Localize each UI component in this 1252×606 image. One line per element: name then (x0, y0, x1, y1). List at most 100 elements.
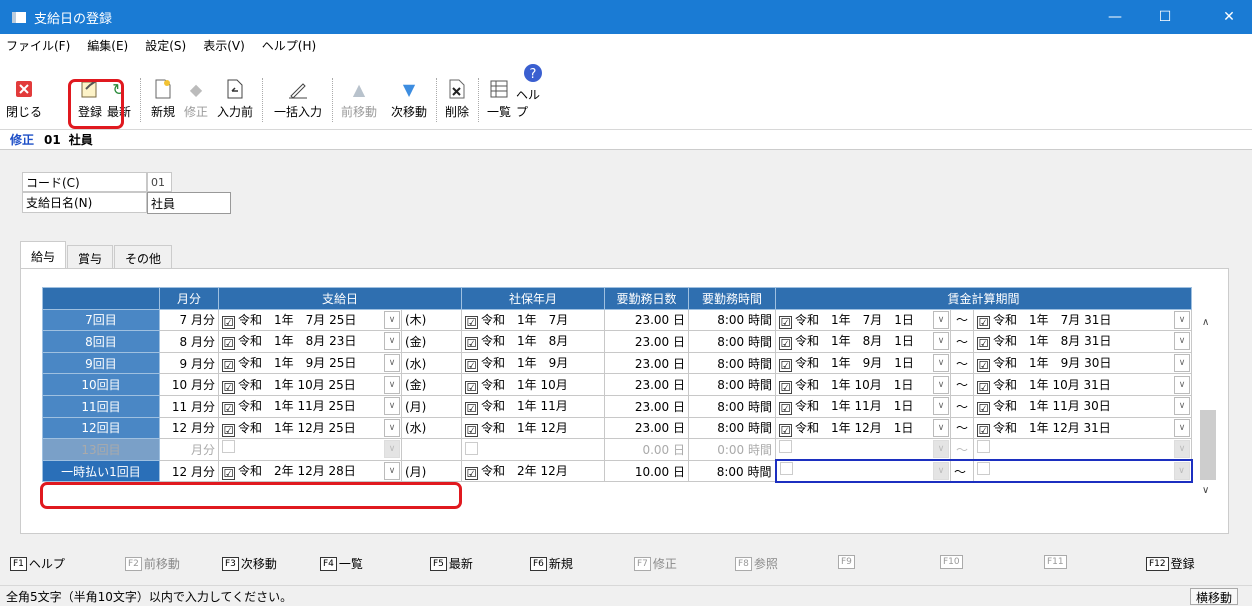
chevron-down-icon[interactable]: ∨ (933, 462, 949, 480)
menu-edit[interactable]: 編集(E) (87, 37, 128, 54)
fkey-f8[interactable]: F8 参照 (735, 555, 778, 572)
chevron-down-icon[interactable]: ∨ (933, 418, 949, 437)
checkbox[interactable]: ☑ (779, 337, 792, 351)
new-button[interactable]: 新規 (148, 76, 178, 126)
insurance-cell[interactable]: ☑ 令和 1年 12月 (461, 416, 605, 440)
table-row[interactable]: 9回目 9 月分 ☑ 令和 1年 9月 25日 ∨ (水) ☑ 令和 1年 9月 23.00 日… (42, 351, 1192, 375)
table-row[interactable]: 12回目 12 月分 ☑ 令和 1年 12月 25日 ∨ (水) ☑ 令和 1年 12月 23.… (42, 416, 1192, 440)
insurance-cell[interactable]: ☑ 令和 1年 8月 (461, 330, 605, 353)
close-button[interactable]: 閉じる (6, 76, 42, 126)
payday-cell[interactable]: ☑ 令和 1年 10月 25日 ∨ (218, 373, 402, 396)
hours-cell[interactable]: 8:00 時間 (688, 373, 776, 396)
checkbox[interactable]: ☑ (779, 402, 792, 416)
checkbox[interactable]: ☑ (779, 359, 792, 373)
checkbox[interactable]: ☑ (779, 380, 792, 394)
insurance-cell[interactable]: ☑ 令和 1年 7月 (461, 308, 605, 332)
hours-cell[interactable]: 8:00 時間 (688, 416, 776, 440)
fkey-f11[interactable]: F11 (1044, 555, 1069, 569)
checkbox[interactable]: ☑ (222, 380, 235, 394)
days-cell[interactable]: 23.00 日 (604, 351, 689, 375)
days-cell[interactable]: 23.00 日 (604, 416, 689, 440)
checkbox[interactable]: ☑ (977, 423, 990, 437)
checkbox[interactable]: ☑ (222, 423, 235, 437)
hours-cell[interactable]: 8:00 時間 (688, 308, 776, 332)
hours-cell[interactable]: 8:00 時間 (688, 351, 776, 375)
month-cell[interactable]: 8 月分 (159, 330, 219, 353)
hours-cell[interactable]: 0:00 時間 (688, 438, 776, 461)
days-cell[interactable]: 23.00 日 (604, 330, 689, 353)
checkbox[interactable]: ☑ (465, 467, 478, 481)
checkbox[interactable]: ☑ (222, 467, 235, 481)
days-cell[interactable]: 0.00 日 (604, 438, 689, 461)
checkbox[interactable]: ☑ (222, 359, 235, 373)
period-to-cell[interactable]: ☑ 令和 1年 11月 30日 ∨ (973, 394, 1192, 418)
edit-button[interactable]: ◆ 修正 (180, 76, 212, 126)
chevron-down-icon[interactable]: ∨ (1173, 462, 1190, 480)
close-window-button[interactable]: ✕ (1206, 0, 1252, 34)
minimize-button[interactable]: — (1092, 0, 1138, 34)
chevron-down-icon[interactable]: ∨ (1174, 332, 1190, 351)
payday-cell[interactable]: ☑ 令和 1年 9月 25日 ∨ (218, 351, 402, 375)
row-label[interactable]: 12回目 (42, 416, 160, 440)
chevron-down-icon[interactable]: ∨ (384, 440, 400, 459)
prev-input-button[interactable]: 入力前 (212, 76, 258, 126)
period-to-cell[interactable]: ☑ 令和 1年 8月 31日 ∨ (973, 330, 1192, 353)
checkbox[interactable]: ☑ (779, 315, 792, 329)
insurance-cell[interactable]: ☑ 令和 1年 11月 (461, 394, 605, 418)
chevron-down-icon[interactable]: ∨ (384, 397, 400, 416)
checkbox[interactable]: ☑ (977, 315, 990, 329)
payday-cell[interactable]: ☑ 令和 2年 12月 28日 ∨ (218, 459, 402, 483)
period-from-cell[interactable]: ☑ 令和 1年 10月 1日 ∨ (775, 373, 951, 396)
table-row[interactable]: 8回目 8 月分 ☑ 令和 1年 8月 23日 ∨ (金) ☑ 令和 1年 8月 23.00 日… (42, 330, 1192, 353)
menu-view[interactable]: 表示(V) (203, 37, 245, 54)
chevron-down-icon[interactable]: ∨ (384, 462, 400, 481)
row-label[interactable]: 10回目 (42, 373, 160, 396)
table-row[interactable]: 11回目 11 月分 ☑ 令和 1年 11月 25日 ∨ (月) ☑ 令和 1年 11月 23.… (42, 394, 1192, 418)
fkey-f6[interactable]: F6 新規 (530, 555, 573, 572)
chevron-down-icon[interactable]: ∨ (933, 375, 949, 394)
chevron-down-icon[interactable]: ∨ (384, 375, 400, 394)
checkbox[interactable]: ☑ (977, 402, 990, 416)
menu-help[interactable]: ヘルプ(H) (262, 37, 316, 54)
fkey-f10[interactable]: F10 (940, 555, 965, 569)
insurance-cell[interactable] (461, 438, 605, 461)
row-label[interactable]: 8回目 (42, 330, 160, 353)
period-from-cell[interactable]: ☑ 令和 1年 7月 1日 ∨ (775, 308, 951, 332)
period-from-cell[interactable]: ☑ 令和 1年 12月 1日 ∨ (775, 416, 951, 440)
period-to-cell[interactable]: ☑ 令和 1年 10月 31日 ∨ (973, 373, 1192, 396)
chevron-down-icon[interactable]: ∨ (1174, 310, 1190, 329)
month-cell[interactable]: 7 月分 (159, 308, 219, 332)
fkey-f1[interactable]: F1 ヘルプ (10, 555, 65, 572)
month-cell[interactable]: 12 月分 (159, 459, 219, 483)
tab-salary[interactable]: 給与 (20, 241, 67, 270)
row-label[interactable]: 7回目 (42, 308, 160, 332)
days-cell[interactable]: 23.00 日 (604, 394, 689, 418)
checkbox[interactable]: ☑ (465, 359, 478, 373)
chevron-down-icon[interactable]: ∨ (1174, 440, 1190, 459)
payday-cell[interactable]: ☑ 令和 1年 11月 25日 ∨ (218, 394, 402, 418)
fkey-f9[interactable]: F9 (838, 555, 857, 569)
chevron-down-icon[interactable]: ∨ (933, 332, 949, 351)
tab-bonus[interactable]: 賞与 (67, 245, 114, 270)
payday-cell[interactable]: ☑ 令和 1年 12月 25日 ∨ (218, 416, 402, 440)
fkey-f3[interactable]: F3 次移動 (222, 555, 277, 572)
fkey-f4[interactable]: F4 一覧 (320, 555, 363, 572)
chevron-down-icon[interactable]: ∨ (1174, 354, 1190, 373)
fkey-f5[interactable]: F5 最新 (430, 555, 473, 572)
row-label[interactable]: 13回目 (42, 438, 160, 461)
tab-other[interactable]: その他 (114, 245, 173, 270)
delete-button[interactable]: 削除 (442, 76, 472, 126)
checkbox[interactable]: ☑ (977, 359, 990, 373)
payday-cell[interactable]: ∨ (218, 438, 402, 461)
hours-cell[interactable]: 8:00 時間 (688, 459, 776, 483)
help-button[interactable]: ? ヘルプ (516, 64, 550, 126)
checkbox[interactable] (977, 440, 990, 454)
period-from-cell[interactable]: ∨ (775, 438, 951, 461)
checkbox[interactable] (465, 442, 478, 456)
month-cell[interactable]: 月分 (159, 438, 219, 461)
horizontal-move-button[interactable]: 横移動 (1189, 588, 1238, 605)
checkbox[interactable]: ☑ (465, 315, 478, 329)
checkbox[interactable] (977, 462, 990, 476)
payday-cell[interactable]: ☑ 令和 1年 8月 23日 ∨ (218, 330, 402, 353)
month-cell[interactable]: 9 月分 (159, 351, 219, 375)
